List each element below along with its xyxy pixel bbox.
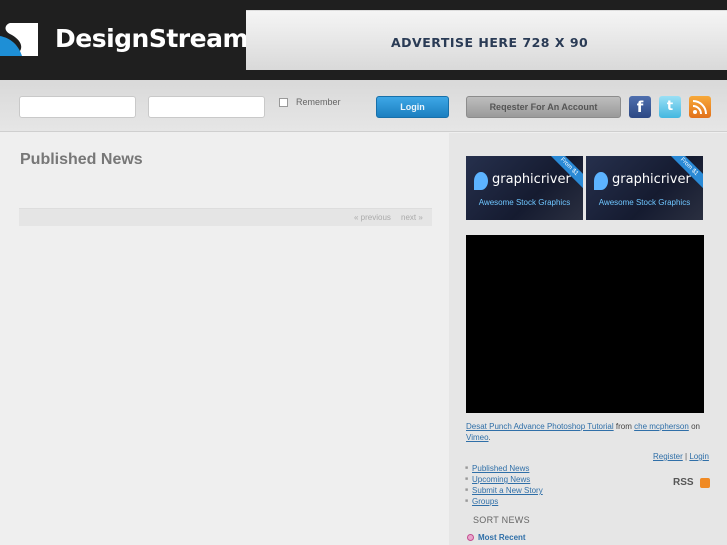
site-logo[interactable]: DesignStream [0,12,249,68]
login-bar: Remember Login Reqester For An Account f… [0,80,727,132]
video-author-link[interactable]: che mcpherson [634,422,689,431]
upcoming-news-link[interactable]: Upcoming News [472,475,530,484]
published-news-link[interactable]: Published News [472,464,529,473]
graphicriver-ad-1[interactable]: graphicriver Awesome Stock Graphics From… [466,156,583,220]
next-link[interactable]: next » [401,213,423,222]
main-content: Published News « previous next » [0,133,449,545]
remember-label: Remember [296,97,341,107]
sort-option-most-recent[interactable]: Most Recent [467,533,526,542]
rss-feed-icon[interactable] [689,96,711,118]
graphicriver-leaf-icon [474,172,488,190]
rss-glyph-icon [692,100,707,115]
auth-links: Register | Login [653,452,709,461]
ad-brand: graphicriver [612,172,691,187]
graphicriver-leaf-icon [594,172,608,190]
vimeo-link[interactable]: Vimeo [466,433,489,442]
video-credit: Desat Punch Advance Photoshop Tutorial f… [466,421,716,443]
ad-banner-text: ADVERTISE HERE 728 X 90 [391,35,589,50]
remember-checkbox[interactable] [279,97,288,107]
rss-icon [699,477,710,488]
logo-text: DesignStream [55,24,249,53]
pagination-bar: « previous next » [19,208,432,226]
register-link[interactable]: Register [653,452,683,461]
sidebar: graphicriver Awesome Stock Graphics From… [449,133,727,545]
credit-on: on [691,422,700,431]
username-input[interactable] [19,96,136,118]
list-item: Groups [465,496,543,507]
rss-link[interactable]: RSS [673,477,710,488]
login-button[interactable]: Login [376,96,449,118]
facebook-icon[interactable]: f [629,96,651,118]
ad-banner[interactable]: ADVERTISE HERE 728 X 90 [246,10,727,70]
auth-separator: | [685,452,688,461]
video-player[interactable] [466,235,704,413]
ad-tagline: Awesome Stock Graphics [478,198,571,207]
list-item: Submit a New Story [465,485,543,496]
sort-radio[interactable] [467,534,474,541]
login-link[interactable]: Login [689,452,709,461]
nav-links: Published News Upcoming News Submit a Ne… [465,463,543,507]
graphicriver-ad-2[interactable]: graphicriver Awesome Stock Graphics From… [586,156,703,220]
credit-from: from [615,422,632,431]
rss-label: RSS [673,477,694,488]
list-item: Published News [465,463,543,474]
register-button[interactable]: Reqester For An Account [466,96,621,118]
logo-mark-icon [0,20,40,60]
credit-end: . [488,433,491,442]
page-title: Published News [20,151,143,168]
remember-option[interactable]: Remember [279,97,341,107]
ad-tagline: Awesome Stock Graphics [598,198,691,207]
twitter-icon[interactable]: t [659,96,681,118]
previous-link[interactable]: « previous [354,213,391,222]
ad-brand: graphicriver [492,172,571,187]
groups-link[interactable]: Groups [472,497,498,506]
list-item: Upcoming News [465,474,543,485]
header: DesignStream ADVERTISE HERE 728 X 90 [0,0,727,80]
sort-option-label: Most Recent [478,533,526,542]
submit-story-link[interactable]: Submit a New Story [472,486,543,495]
password-input[interactable] [148,96,265,118]
video-title-link[interactable]: Desat Punch Advance Photoshop Tutorial [466,422,614,431]
sort-news-heading: SORT NEWS [473,515,530,525]
